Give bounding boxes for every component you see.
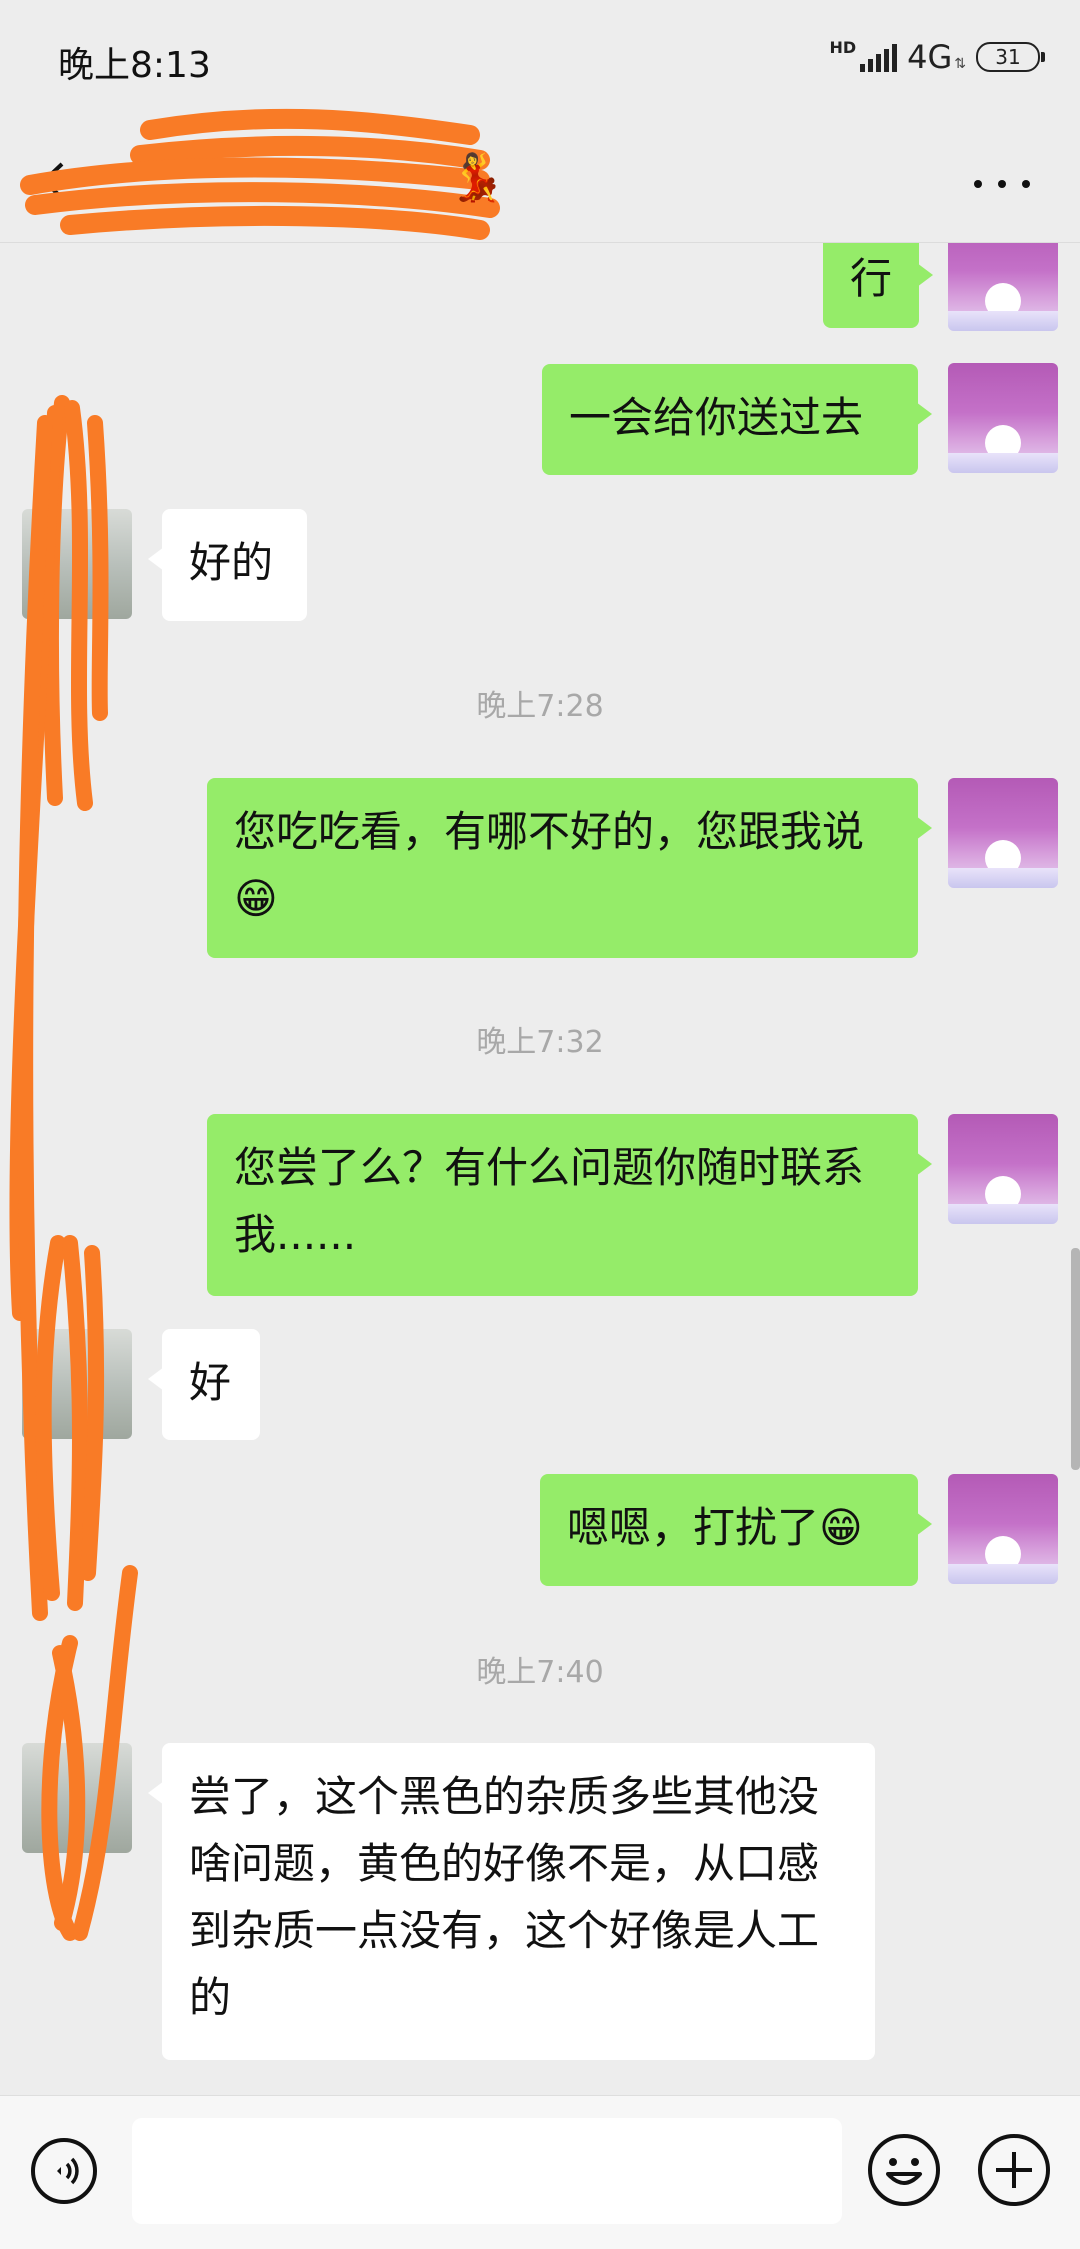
self-avatar[interactable] [948,243,1058,331]
message-bubble-outgoing[interactable]: 您吃吃看，有哪不好的，您跟我说 😁 [207,778,932,958]
signal-icon [860,42,898,72]
contact-avatar[interactable] [22,1329,132,1439]
self-avatar[interactable] [948,1474,1058,1584]
self-avatar[interactable] [948,363,1058,473]
battery-icon: 31 [976,42,1045,72]
voice-icon[interactable] [29,2136,99,2206]
contact-avatar[interactable] [22,509,132,619]
message-bubble-outgoing[interactable]: 行 [823,243,933,328]
message-bubble-incoming[interactable]: 好的 [148,509,307,621]
redaction-scribble [20,108,500,240]
message-bubble-outgoing[interactable]: 嗯嗯，打扰了😁 [540,1474,932,1586]
status-time: 晚上8:13 [58,45,211,86]
message-text: 嗯嗯，打扰了 [567,1503,820,1552]
message-text: 您吃吃看，有哪不好的，您跟我说 [234,807,865,856]
plus-icon[interactable] [976,2132,1052,2208]
message-text: 尝了，这个黑色的杂质多些其他没啥问题，黄色的好像不是，从口感到杂质一点没有，这个… [189,1772,820,2022]
emoji-icon[interactable] [866,2132,942,2208]
more-options-icon[interactable] [974,175,1030,191]
grin-emoji-icon: 😁 [819,1503,863,1552]
chat-header: 💃 [0,108,1080,243]
self-avatar[interactable] [948,778,1058,888]
message-text: 您尝了么？有什么问题你随时联系我...... [234,1143,865,1259]
message-text: 一会给你送过去 [569,393,864,442]
message-timestamp: 晚上7:28 [476,689,604,724]
message-text: 好的 [189,538,274,587]
status-indicators: HD 4G ⇅ 31 [829,38,1045,76]
message-timestamp: 晚上7:32 [476,1025,604,1060]
message-bubble-incoming[interactable]: 尝了，这个黑色的杂质多些其他没啥问题，黄色的好像不是，从口感到杂质一点没有，这个… [148,1743,875,2060]
contact-avatar[interactable] [22,1743,132,1853]
self-avatar[interactable] [948,1114,1058,1224]
message-bubble-outgoing[interactable]: 您尝了么？有什么问题你随时联系我...... [207,1114,932,1296]
message-text: 好 [189,1358,232,1407]
network-type: 4G [907,38,953,76]
message-input[interactable] [132,2118,842,2224]
message-bubble-outgoing[interactable]: 一会给你送过去 [542,364,932,475]
message-list[interactable]: 行 一会给你送过去 好的 晚上7:28 您吃吃看，有哪不好的，您跟我说 😁 晚上… [0,243,1080,2095]
title-emoji-icon: 💃 [448,150,506,204]
data-activity-icon: ⇅ [954,56,966,72]
input-bar [0,2095,1080,2249]
hd-indicator: HD [829,38,857,57]
message-text: 行 [850,254,893,303]
message-bubble-incoming[interactable]: 好 [148,1329,260,1440]
scrollbar-thumb[interactable] [1071,1248,1080,1470]
grin-emoji-icon: 😁 [234,874,278,923]
battery-level: 31 [995,45,1021,69]
message-timestamp: 晚上7:40 [476,1655,604,1690]
